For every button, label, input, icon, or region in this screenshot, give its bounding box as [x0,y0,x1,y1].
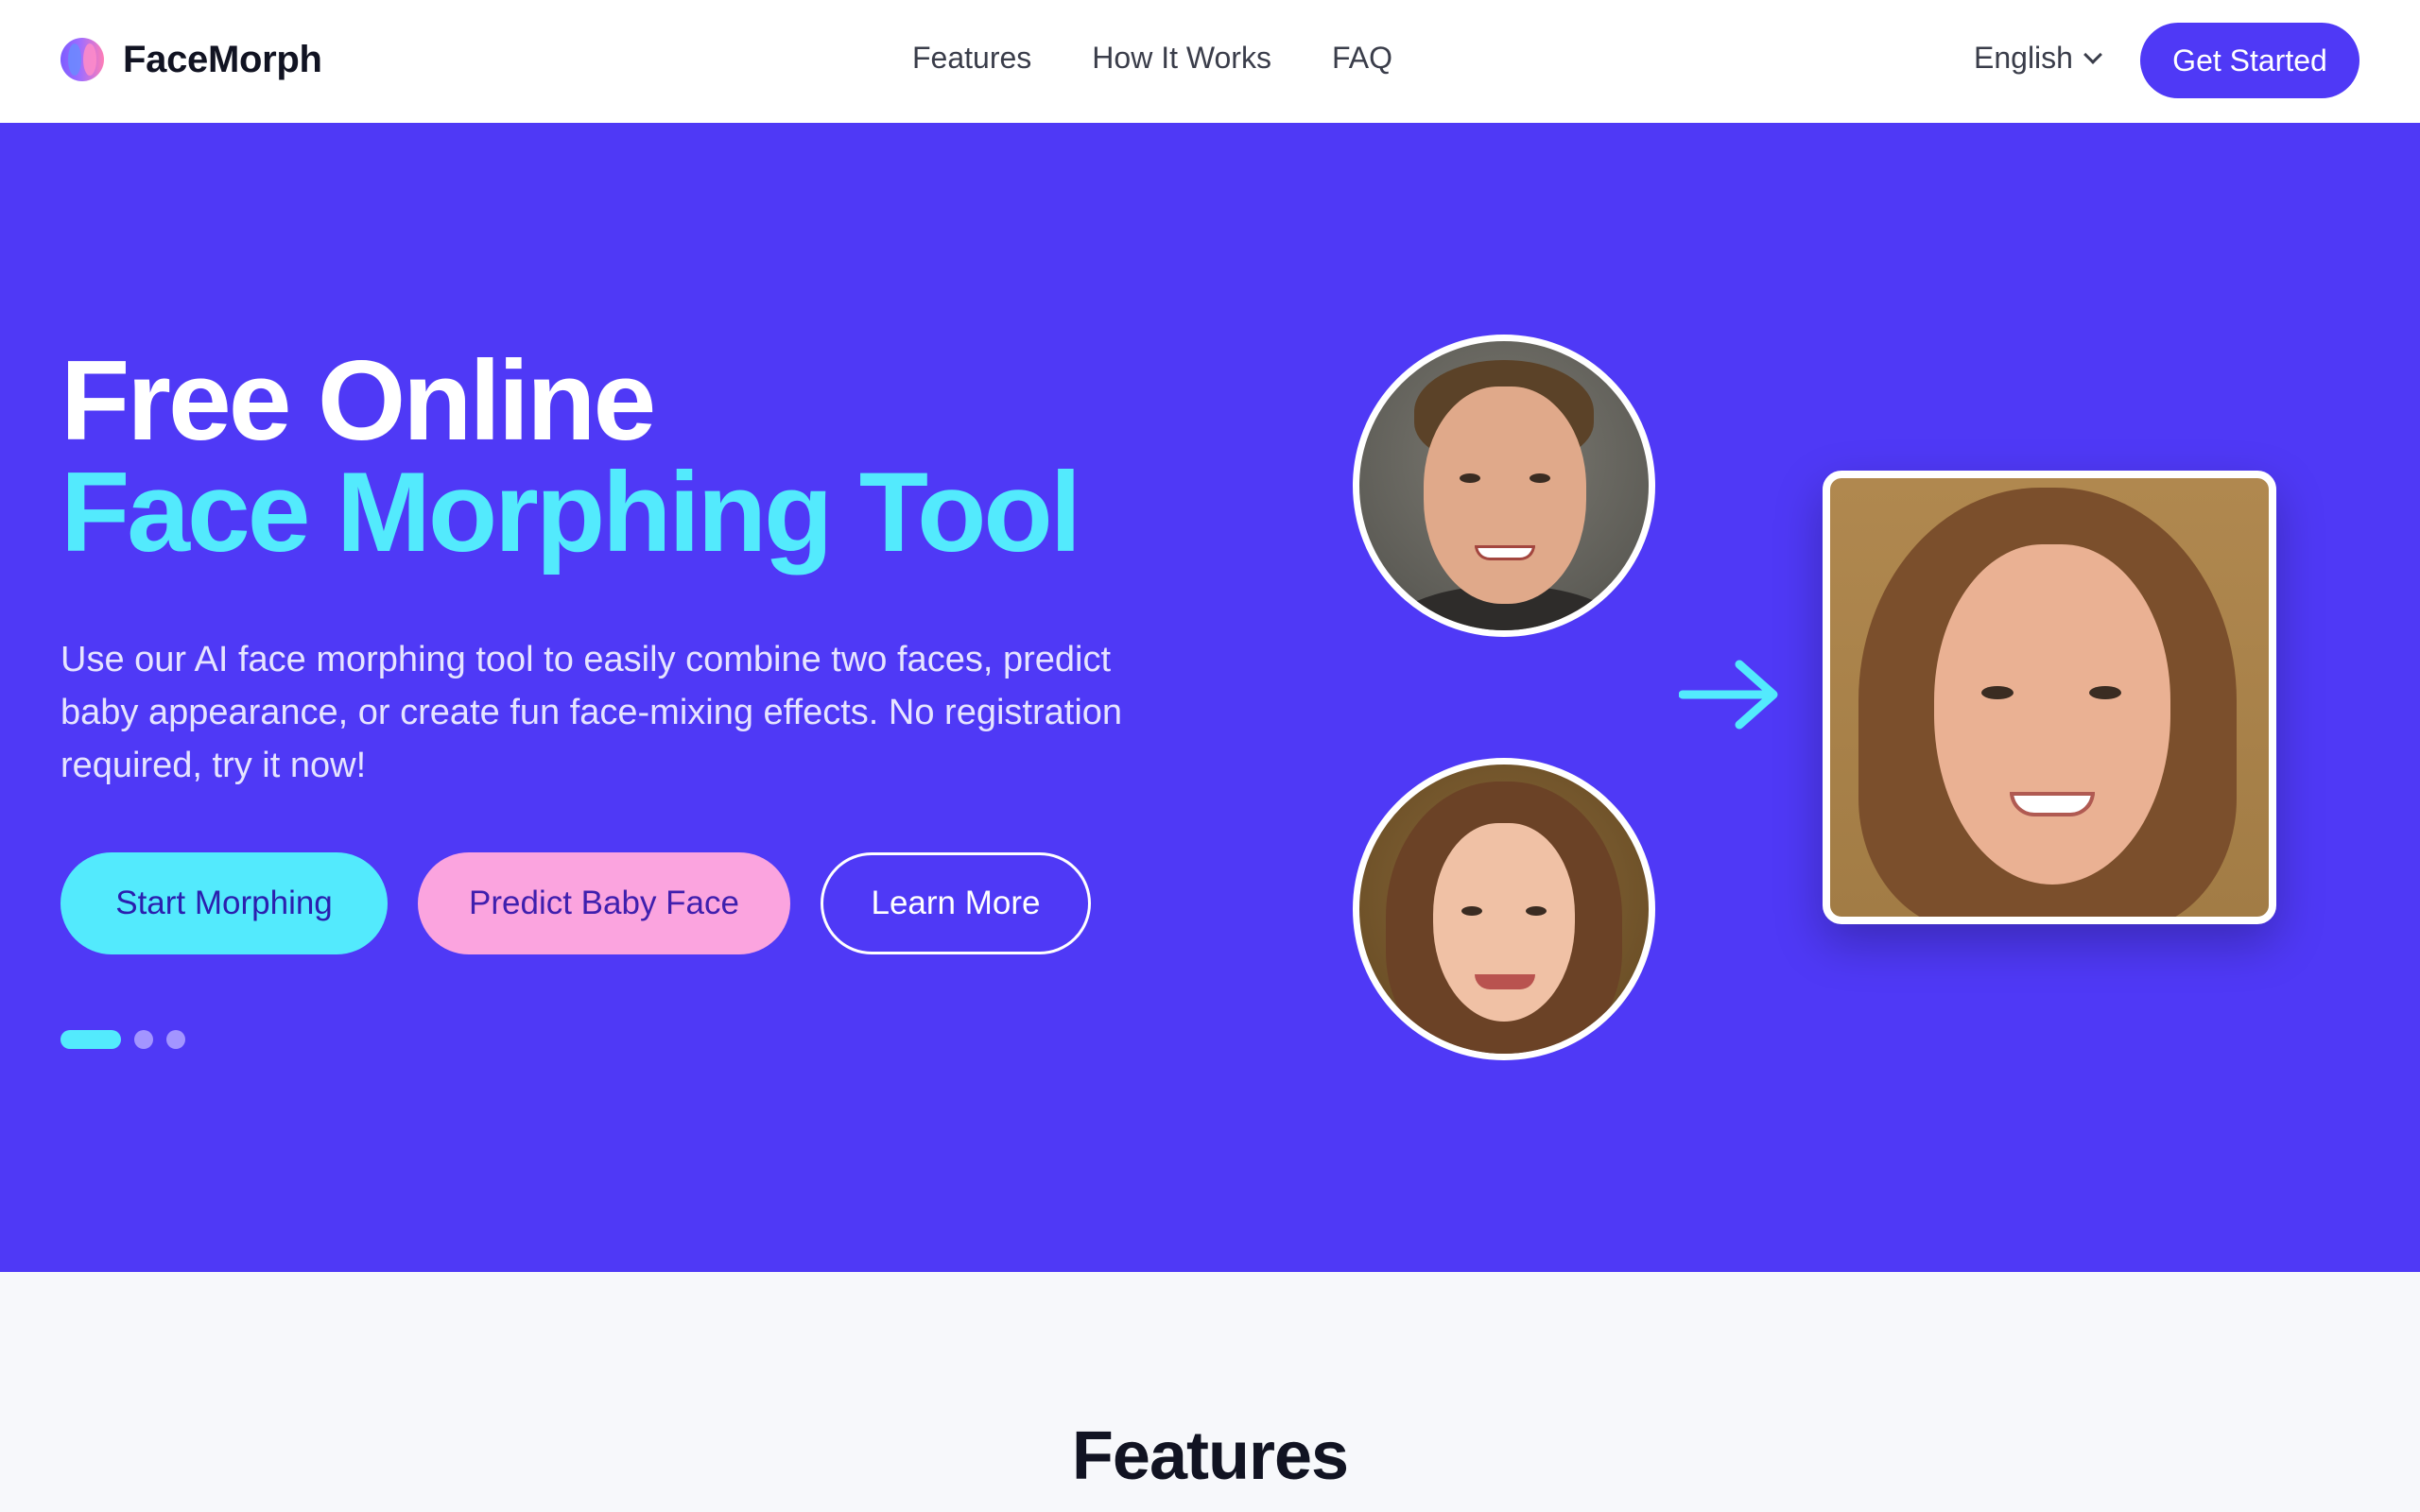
carousel-indicators [60,1030,185,1049]
top-header: FaceMorph Features How It Works FAQ Engl… [0,0,2420,123]
hero-title-line2: Face Morphing Tool [60,449,1081,576]
nav-link-how-it-works[interactable]: How It Works [1092,41,1271,76]
face [1424,387,1586,604]
facemorph-logo-icon [60,38,104,81]
eye [1526,906,1547,916]
eye [1981,686,2014,699]
hero-description: Use our AI face morphing tool to easily … [60,640,1123,785]
language-selector[interactable]: English [1974,41,2102,76]
nav-link-faq[interactable]: FAQ [1332,41,1392,76]
main-nav: Features How It Works FAQ [912,41,1392,76]
brand-logo[interactable]: FaceMorph [60,38,322,81]
brand-name: FaceMorph [123,38,322,80]
get-started-button[interactable]: Get Started [2140,23,2360,98]
eye [2089,686,2121,699]
language-label: English [1974,41,2073,75]
hero-buttons: Start Morphing Predict Baby Face Learn M… [60,852,1091,954]
source-face-male [1353,335,1655,637]
carousel-dot-1[interactable] [60,1030,121,1049]
hero-title: Free Online Face Morphing Tool [60,337,1081,576]
start-morphing-button[interactable]: Start Morphing [60,852,388,954]
source-face-female [1353,758,1655,1060]
eye [1530,473,1550,483]
features-heading: Features [1071,1418,1349,1494]
face [1433,823,1575,1022]
smile [2010,792,2095,816]
carousel-dot-2[interactable] [134,1030,153,1049]
morphed-result-face [1823,471,2276,924]
hero-title-line1: Free Online [60,337,656,464]
face [1934,544,2170,885]
eye [1460,473,1480,483]
hero-section: Free Online Face Morphing Tool Use our A… [0,123,2420,1272]
smile [1475,545,1535,560]
carousel-dot-3[interactable] [166,1030,185,1049]
nav-link-features[interactable]: Features [912,41,1031,76]
chevron-down-icon [2083,44,2102,64]
eye [1461,906,1482,916]
arrow-right-icon [1679,660,1778,730]
learn-more-button[interactable]: Learn More [821,852,1091,954]
lips [1475,974,1535,989]
predict-baby-face-button[interactable]: Predict Baby Face [418,852,790,954]
